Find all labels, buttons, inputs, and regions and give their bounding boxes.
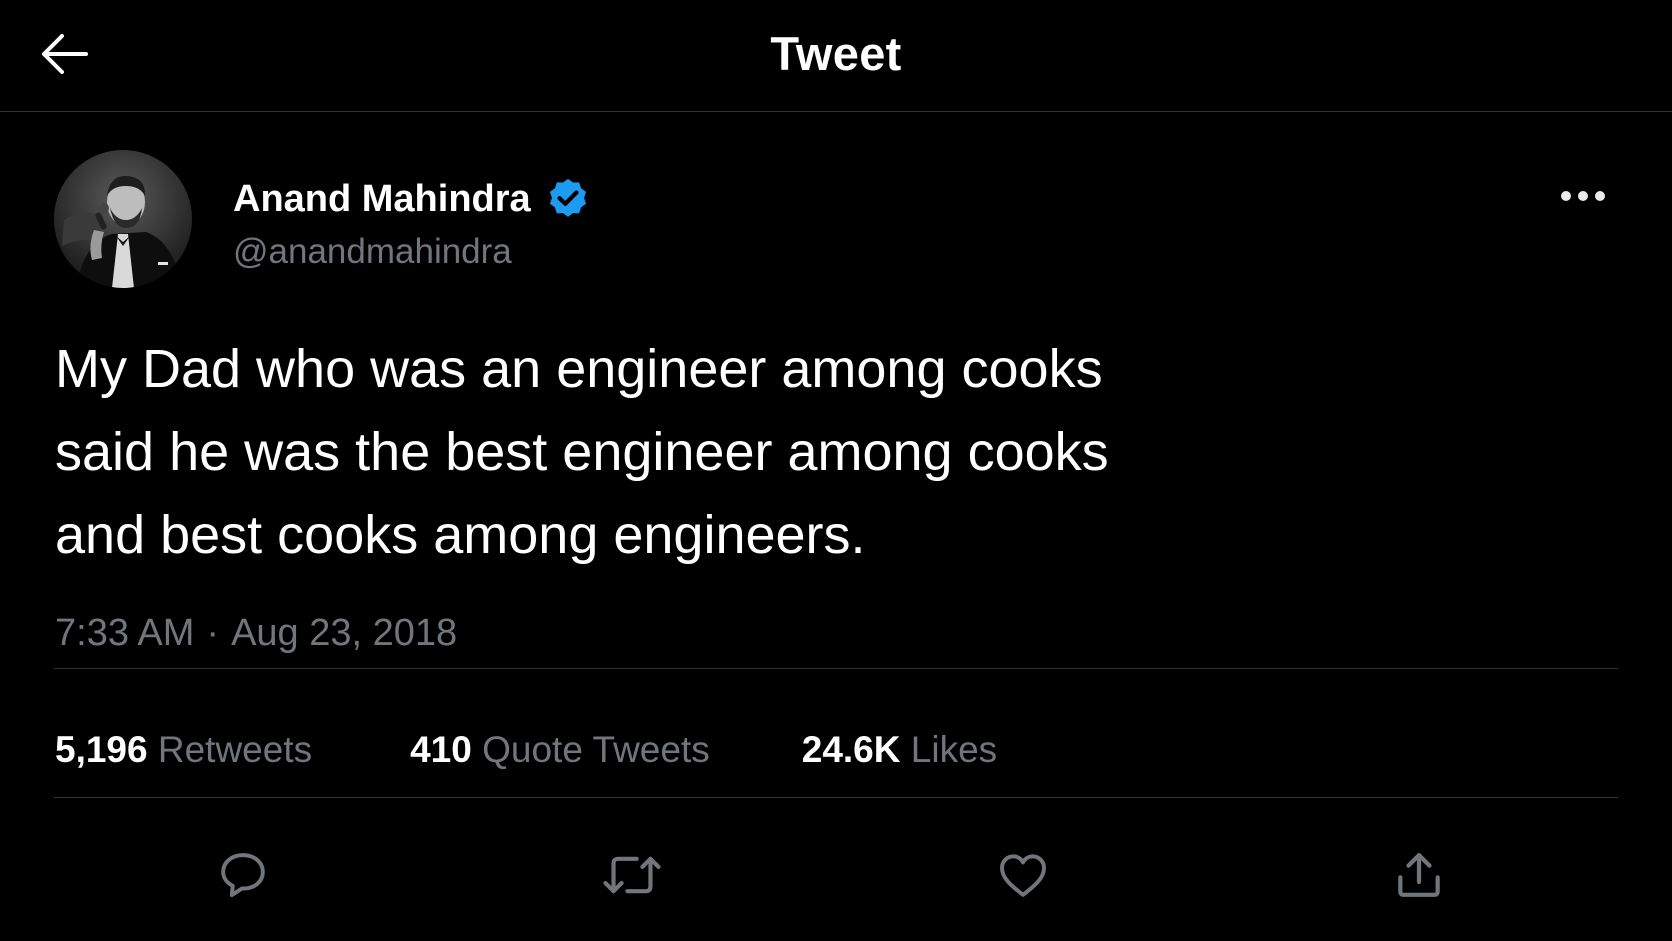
reply-icon xyxy=(221,853,265,898)
like-button[interactable] xyxy=(993,845,1053,905)
verified-badge-icon xyxy=(549,178,586,217)
more-options-button[interactable] xyxy=(1554,176,1612,216)
tweet-text-line: and best cooks among engineers. xyxy=(55,505,866,565)
tweet-text-line: said he was the best engineer among cook… xyxy=(55,422,1109,482)
author-display-name[interactable]: Anand Mahindra xyxy=(233,178,531,221)
quote-tweets-label: Quote Tweets xyxy=(482,729,710,770)
tweet-time[interactable]: 7:33 AM xyxy=(55,612,194,654)
retweets-count: 5,196 xyxy=(55,729,148,770)
retweets-label: Retweets xyxy=(157,729,313,770)
divider xyxy=(54,668,1618,669)
author-info: Anand Mahindra @anandmahindra xyxy=(233,176,591,272)
share-button[interactable] xyxy=(1389,845,1449,905)
quote-tweets-stat[interactable]: 410 Quote Tweets xyxy=(410,729,710,771)
retweet-icon xyxy=(603,856,661,894)
avatar[interactable] xyxy=(54,150,192,288)
tweet-timestamp: 7:33 AM · Aug 23, 2018 xyxy=(55,612,457,655)
retweet-button[interactable] xyxy=(602,845,662,905)
reply-button[interactable] xyxy=(213,845,273,905)
author-handle[interactable]: @anandmahindra xyxy=(233,232,591,272)
more-horizontal-icon xyxy=(1561,191,1605,201)
tweet-date[interactable]: Aug 23, 2018 xyxy=(231,612,457,654)
retweets-stat[interactable]: 5,196 Retweets xyxy=(55,729,312,771)
divider xyxy=(54,797,1618,798)
tweet-stats: 5,196 Retweets 410 Quote Tweets 24.6K Li… xyxy=(55,729,997,771)
top-bar: Tweet xyxy=(0,0,1672,112)
share-icon xyxy=(1398,853,1440,897)
likes-label: Likes xyxy=(910,729,998,770)
author-name-row: Anand Mahindra xyxy=(233,176,591,222)
timestamp-separator: · xyxy=(206,612,220,654)
heart-icon xyxy=(1000,854,1046,897)
likes-count: 24.6K xyxy=(801,729,901,770)
tweet-text: My Dad who was an engineer among cooks s… xyxy=(55,328,1255,577)
likes-stat[interactable]: 24.6K Likes xyxy=(802,729,997,771)
page-title: Tweet xyxy=(770,27,902,80)
avatar-photo xyxy=(54,150,192,288)
quote-tweets-count: 410 xyxy=(410,729,472,770)
tweet-text-line: My Dad who was an engineer among cooks xyxy=(55,339,1103,399)
